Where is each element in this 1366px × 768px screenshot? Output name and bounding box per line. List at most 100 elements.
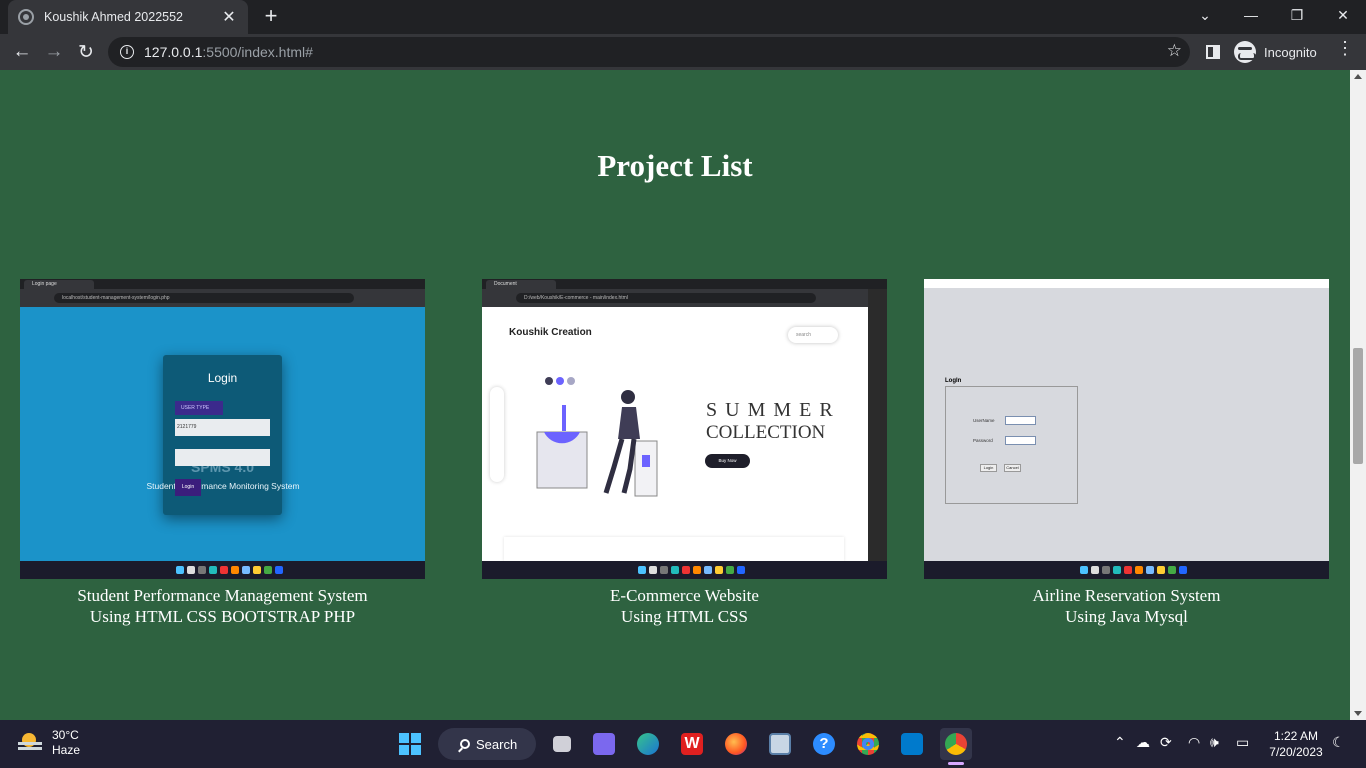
project-screenshot[interactable]: Login page localhost/student-management-… bbox=[20, 279, 425, 579]
tab-search-icon[interactable]: ⌄ bbox=[1182, 0, 1228, 30]
mini-urlbar: localhost/student-management-system/logi… bbox=[20, 289, 425, 307]
username-label: UserName bbox=[973, 418, 995, 423]
incognito-indicator[interactable]: Incognito bbox=[1234, 39, 1317, 65]
hero-illustration bbox=[536, 377, 658, 497]
project-caption: Airline Reservation System Using Java My… bbox=[924, 585, 1329, 627]
username-field bbox=[1005, 416, 1036, 425]
clock-date: 7/20/2023 bbox=[1269, 745, 1323, 759]
minimize-button[interactable]: — bbox=[1228, 0, 1274, 30]
help-icon[interactable]: ? bbox=[808, 728, 840, 760]
windows-taskbar: 30°C Haze Search W ? ⌃ ☁ ⟳ ◠ 🕪 ▭ 1:22 AM… bbox=[0, 720, 1366, 768]
incognito-icon bbox=[1234, 41, 1256, 63]
page-scrollbar[interactable] bbox=[1350, 70, 1366, 720]
brand-name: Koushik Creation bbox=[509, 327, 592, 338]
project-title: E-Commerce Website bbox=[610, 586, 759, 605]
id-input: 2121779 bbox=[175, 419, 270, 436]
active-app-indicator bbox=[948, 762, 964, 765]
start-button[interactable] bbox=[394, 728, 426, 760]
star-icon[interactable]: ☆ bbox=[1167, 41, 1182, 61]
project-subtitle: Using HTML CSS bbox=[621, 607, 748, 626]
project-subtitle: Using Java Mysql bbox=[1065, 607, 1188, 626]
password-label: Password bbox=[973, 438, 993, 443]
project-caption: E-Commerce Website Using HTML CSS bbox=[482, 585, 887, 627]
taskbar-search-label: Search bbox=[476, 736, 518, 752]
project-caption: Student Performance Management System Us… bbox=[20, 585, 425, 627]
mini-taskbar bbox=[20, 561, 425, 579]
scroll-thumb[interactable] bbox=[1353, 348, 1363, 464]
system-subtitle: Student Performance Monitoring System bbox=[146, 481, 300, 491]
haze-icon bbox=[18, 733, 42, 753]
photos-icon[interactable] bbox=[764, 728, 796, 760]
login-box: Login SPMS 4.0 USER TYPE 2121779 Student… bbox=[146, 355, 300, 515]
windows-icon bbox=[399, 733, 421, 755]
mini-taskbar-icons bbox=[176, 566, 283, 574]
project-title: Airline Reservation System bbox=[1032, 586, 1221, 605]
info-icon[interactable]: i bbox=[120, 45, 134, 59]
url-path: :5500/index.html# bbox=[202, 44, 313, 60]
password-field bbox=[1005, 436, 1036, 445]
restore-button[interactable]: ❐ bbox=[1274, 0, 1320, 30]
login-button: Login bbox=[980, 464, 997, 472]
chrome-incognito-icon[interactable] bbox=[940, 728, 972, 760]
project-card[interactable]: Login page localhost/student-management-… bbox=[20, 279, 425, 627]
scroll-up-icon[interactable] bbox=[1354, 74, 1362, 79]
browser-tab[interactable]: Koushik Ahmed 2022552 ✕ bbox=[8, 0, 248, 34]
reload-icon[interactable]: ↻ bbox=[72, 38, 100, 66]
project-screenshot[interactable]: Document D:/web/Koushik/E-commerce - mai… bbox=[482, 279, 887, 579]
menu-icon[interactable]: ⋮ bbox=[1336, 38, 1354, 59]
mini-url: D:/web/Koushik/E-commerce - main/index.h… bbox=[516, 293, 816, 303]
vscode-icon[interactable] bbox=[896, 728, 928, 760]
project-subtitle: Using HTML CSS BOOTSTRAP PHP bbox=[89, 607, 356, 626]
forward-icon[interactable]: → bbox=[40, 38, 68, 66]
wps-icon[interactable]: W bbox=[676, 728, 708, 760]
page-title: Project List bbox=[597, 148, 753, 183]
show-hidden-icons[interactable]: ⌃ bbox=[1114, 734, 1126, 751]
firefox-icon[interactable] bbox=[720, 728, 752, 760]
airline-app: LogIn UserName Password Login Cancel bbox=[924, 288, 1329, 561]
project-title: Student Performance Management System bbox=[77, 586, 368, 605]
weather-widget[interactable]: 30°C Haze bbox=[18, 728, 80, 758]
project-card[interactable]: Document D:/web/Koushik/E-commerce - mai… bbox=[482, 279, 887, 627]
mini-sidebar bbox=[868, 289, 887, 561]
project-screenshot[interactable]: LogIn UserName Password Login Cancel bbox=[924, 279, 1329, 579]
battery-icon[interactable]: ▭ bbox=[1236, 734, 1249, 751]
sync-icon[interactable]: ⟳ bbox=[1160, 734, 1172, 751]
side-panel-icon[interactable] bbox=[1206, 45, 1220, 59]
tab-title: Koushik Ahmed 2022552 bbox=[44, 10, 183, 24]
edge-icon[interactable] bbox=[632, 728, 664, 760]
mini-taskbar-icons bbox=[638, 566, 745, 574]
close-window-button[interactable]: ✕ bbox=[1320, 0, 1366, 30]
task-view-icon[interactable] bbox=[546, 728, 578, 760]
scroll-down-icon[interactable] bbox=[1354, 711, 1362, 716]
summer-text: SUMMER bbox=[706, 399, 841, 421]
back-icon[interactable]: ← bbox=[8, 38, 36, 66]
incognito-label: Incognito bbox=[1264, 44, 1317, 60]
browser-titlebar: Koushik Ahmed 2022552 ✕ + ⌄ — ❐ ✕ bbox=[0, 0, 1366, 34]
password-input bbox=[175, 449, 270, 466]
search-box: search bbox=[788, 327, 838, 343]
login-page: Login SPMS 4.0 USER TYPE 2121779 Student… bbox=[20, 307, 425, 561]
mini-window-titlebar bbox=[924, 279, 1329, 288]
address-bar[interactable]: i 127.0.0.1 :5500/index.html# ☆ bbox=[108, 37, 1190, 67]
system-clock[interactable]: 1:22 AM 7/20/2023 bbox=[1266, 728, 1326, 760]
mini-tabbar: Document bbox=[482, 279, 887, 289]
wifi-icon[interactable]: ◠ bbox=[1188, 734, 1200, 751]
onedrive-icon[interactable]: ☁ bbox=[1136, 734, 1150, 751]
mini-urlbar: D:/web/Koushik/E-commerce - main/index.h… bbox=[482, 289, 887, 307]
meet-icon[interactable] bbox=[588, 728, 620, 760]
chrome-icon[interactable] bbox=[852, 728, 884, 760]
notifications-icon[interactable]: ☾ bbox=[1332, 734, 1345, 751]
mini-taskbar bbox=[482, 561, 887, 579]
mini-tab: Login page bbox=[24, 280, 94, 289]
url-host: 127.0.0.1 bbox=[144, 44, 203, 60]
volume-icon[interactable]: 🕪 bbox=[1210, 734, 1219, 751]
mini-tab: Document bbox=[486, 280, 556, 289]
project-card[interactable]: LogIn UserName Password Login Cancel Air… bbox=[924, 279, 1329, 627]
taskbar-search[interactable]: Search bbox=[438, 728, 536, 760]
cancel-button: Cancel bbox=[1004, 464, 1021, 472]
tab-close-button[interactable]: ✕ bbox=[220, 7, 238, 27]
user-type-select: USER TYPE bbox=[175, 401, 223, 415]
globe-icon bbox=[18, 9, 34, 25]
mini-tabbar: Login page bbox=[20, 279, 425, 289]
new-tab-button[interactable]: + bbox=[258, 4, 284, 30]
